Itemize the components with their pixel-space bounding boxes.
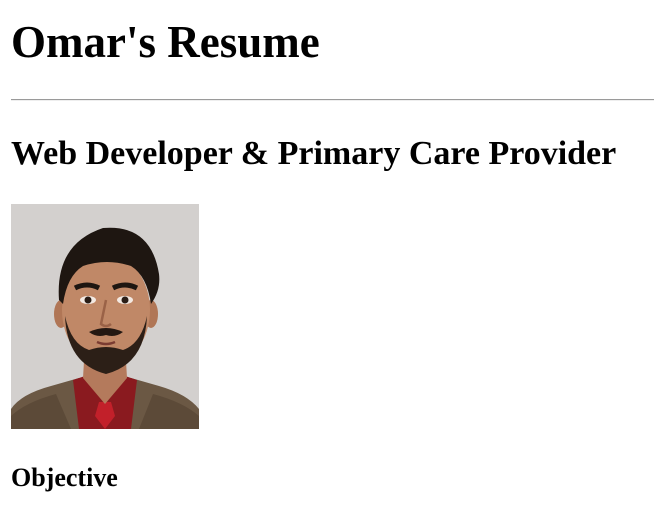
page-title: Omar's Resume: [11, 17, 320, 67]
resume-page: Omar's Resume Web Developer & Primary Ca…: [0, 0, 654, 513]
section-heading-objective: Objective: [11, 463, 118, 492]
headline: Web Developer & Primary Care Provider: [11, 135, 617, 172]
profile-photo: [11, 204, 199, 429]
title-divider: [11, 99, 654, 101]
